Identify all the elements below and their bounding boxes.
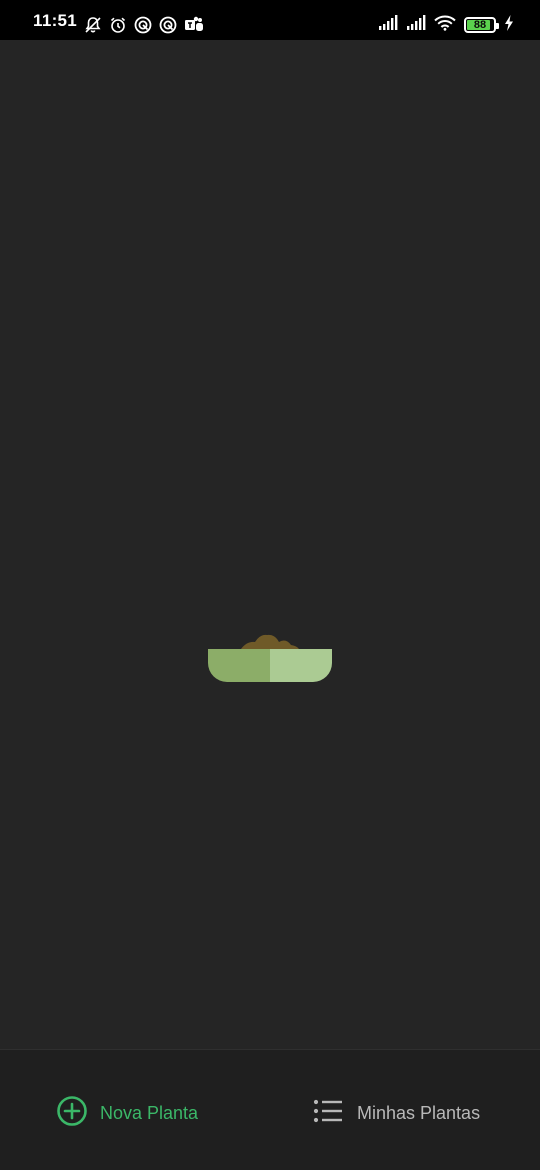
nav-my-plants-label: Minhas Plantas xyxy=(357,1102,481,1123)
app-icon xyxy=(159,16,177,34)
status-bar: 11:51 88 xyxy=(0,0,540,40)
signal-icon xyxy=(378,14,398,36)
app-icon xyxy=(134,16,152,34)
signal-icon xyxy=(406,14,426,36)
alarm-icon xyxy=(109,16,127,34)
nav-my-plants-button[interactable]: Minhas Plantas xyxy=(313,1097,480,1129)
add-circle-icon xyxy=(56,1095,88,1132)
plant-pot-loading-icon xyxy=(207,632,333,689)
battery-tip xyxy=(496,23,499,29)
status-time: 11:51 xyxy=(33,11,78,30)
nav-new-plant-label: Nova Planta xyxy=(100,1102,199,1123)
charging-icon xyxy=(504,14,514,36)
status-icons-right: 88 xyxy=(378,14,514,36)
battery-level: 88 xyxy=(473,19,487,31)
main-content xyxy=(0,40,540,1049)
battery-icon: 88 xyxy=(464,17,499,33)
teams-icon xyxy=(184,16,204,34)
app-screen: 11:51 88 Nova Planta Minhas Plantas xyxy=(0,0,540,1170)
notifications-off-icon xyxy=(84,16,102,34)
bottom-navigation: Nova Planta Minhas Plantas xyxy=(0,1049,540,1170)
list-icon xyxy=(313,1098,343,1129)
status-icons-left xyxy=(84,14,204,36)
nav-new-plant-button[interactable]: Nova Planta xyxy=(56,1095,199,1132)
wifi-icon xyxy=(434,15,456,36)
